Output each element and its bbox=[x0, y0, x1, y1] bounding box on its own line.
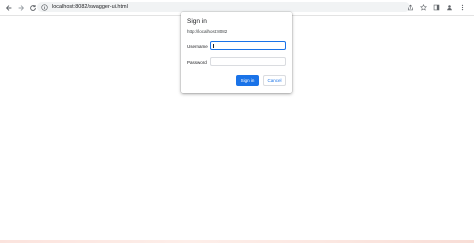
url-text: localhost:8082/swagger-ui.html bbox=[52, 4, 128, 10]
back-button[interactable] bbox=[3, 2, 14, 13]
share-icon[interactable] bbox=[406, 3, 414, 11]
address-bar[interactable]: localhost:8082/swagger-ui.html bbox=[37, 2, 410, 12]
dialog-title: Sign in bbox=[187, 18, 207, 25]
info-icon[interactable] bbox=[40, 3, 48, 11]
username-field[interactable] bbox=[210, 41, 286, 50]
arrow-right-icon bbox=[18, 4, 24, 11]
dialog-origin: http://localhost:8082 bbox=[187, 29, 228, 34]
cancel-button[interactable]: Cancel bbox=[263, 75, 286, 86]
star-icon[interactable] bbox=[419, 3, 427, 11]
password-label: Password bbox=[187, 60, 207, 65]
arrow-left-icon bbox=[5, 4, 11, 11]
kebab-menu-icon[interactable] bbox=[458, 3, 466, 11]
forward-button[interactable] bbox=[15, 2, 26, 13]
side-panel-icon[interactable] bbox=[432, 3, 440, 11]
text-caret bbox=[213, 43, 214, 48]
profile-icon[interactable] bbox=[445, 3, 453, 11]
password-field[interactable] bbox=[210, 57, 286, 66]
sign-in-dialog: Sign in http://localhost:8082 Username P… bbox=[181, 12, 292, 93]
reload-icon bbox=[29, 4, 36, 11]
toolbar-actions bbox=[406, 2, 466, 12]
username-label: Username bbox=[187, 44, 208, 49]
sign-in-button[interactable]: Sign in bbox=[236, 75, 259, 86]
